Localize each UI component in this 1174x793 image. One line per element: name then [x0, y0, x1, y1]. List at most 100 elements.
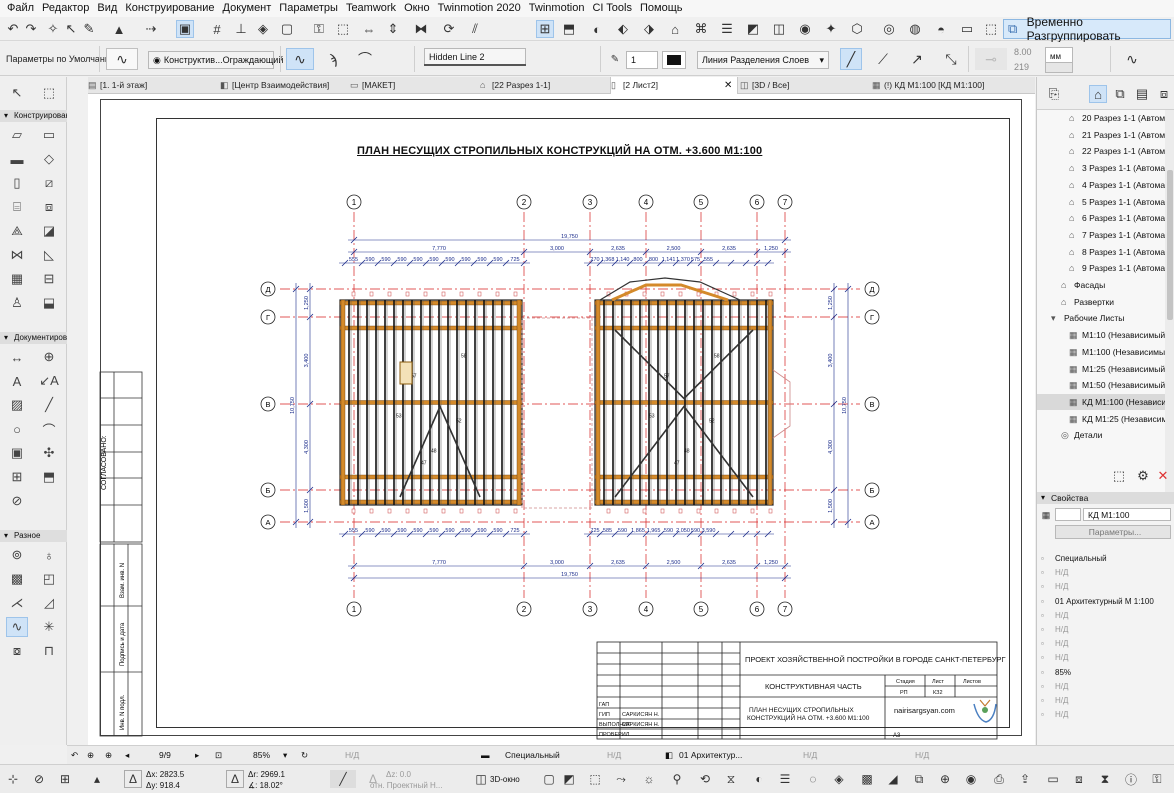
- drawing-tool-icon[interactable]: ▣: [6, 443, 28, 463]
- menu-item[interactable]: Twinmotion: [525, 0, 589, 17]
- navigator-item[interactable]: ⌂ Фасады: [1037, 277, 1165, 293]
- property-row[interactable]: ▫ 01 Архитектурный М 1:100: [1037, 595, 1174, 609]
- prev-page-icon[interactable]: ◂: [125, 746, 129, 765]
- organizer-icon[interactable]: ⎘: [1045, 85, 1063, 103]
- beam-tool-icon[interactable]: ▬: [6, 149, 28, 169]
- box-view-icon[interactable]: ▢: [540, 770, 558, 788]
- filter-icon[interactable]: ⧖: [722, 770, 740, 788]
- layer-combo-value[interactable]: 01 Архитектур...: [679, 746, 742, 765]
- navigator-item[interactable]: ⌂ 21 Разрез 1-1 (Автома: [1037, 127, 1165, 143]
- wall-end-tool-icon[interactable]: ◰: [38, 569, 60, 589]
- property-row[interactable]: ▫ Н/Д: [1037, 694, 1174, 708]
- grid-icon[interactable]: #: [208, 20, 226, 38]
- column2-tool-icon[interactable]: ▯: [6, 173, 28, 193]
- freehand-icon[interactable]: ϡ: [322, 48, 344, 70]
- change-tool-icon[interactable]: ⬒: [38, 467, 60, 487]
- name-field[interactable]: КД М1:100: [1083, 508, 1171, 521]
- library-icon[interactable]: ⧈: [1070, 770, 1088, 788]
- delete-icon[interactable]: ✕: [1154, 467, 1172, 485]
- curtain-wall-tool-icon[interactable]: ▦: [6, 269, 28, 289]
- object-tool-icon[interactable]: ♙: [6, 293, 28, 313]
- slab-tool-icon[interactable]: ◇: [38, 149, 60, 169]
- pen-number-field[interactable]: 1: [626, 51, 658, 69]
- print-icon[interactable]: ⎙: [990, 770, 1008, 788]
- redo-icon[interactable]: ↷: [22, 20, 40, 38]
- grid-tool-icon[interactable]: ⊚: [6, 545, 28, 565]
- tab-3d[interactable]: ◫ [3D / Все]: [740, 77, 866, 94]
- surface-icon[interactable]: ▩: [858, 770, 876, 788]
- menu-item[interactable]: Редактор: [38, 0, 93, 17]
- parameters-button[interactable]: Параметры...: [1055, 525, 1171, 539]
- line-arrow3-icon[interactable]: ⤡: [940, 48, 962, 70]
- polyline-tool-icon[interactable]: ⌒: [38, 419, 60, 439]
- navigator-item[interactable]: ⌂ 22 Разрез 1-1 (Автома: [1037, 143, 1165, 159]
- menu-item[interactable]: Teamwork: [342, 0, 400, 17]
- hide-element-icon[interactable]: ◌: [804, 770, 822, 788]
- line-tool-icon[interactable]: ╱: [38, 395, 60, 415]
- marquee-view-icon[interactable]: ⬚: [586, 770, 604, 788]
- menu-item[interactable]: Документ: [219, 0, 276, 17]
- hotspot-tool-icon[interactable]: ✣: [38, 443, 60, 463]
- navigator-item[interactable]: ▦ М1:50 (Независимый): [1037, 377, 1165, 393]
- render-view-icon[interactable]: ◈: [830, 770, 848, 788]
- path-icon[interactable]: ⤳: [612, 770, 630, 788]
- menu-item[interactable]: Параметры: [275, 0, 342, 17]
- property-row[interactable]: ▫ Н/Д: [1037, 680, 1174, 694]
- section-view-icon[interactable]: ◢: [884, 770, 902, 788]
- walk-icon[interactable]: ⚲: [668, 770, 686, 788]
- compare-icon[interactable]: ◓: [932, 20, 950, 38]
- publisher-icon[interactable]: ⧈: [1155, 85, 1173, 103]
- spline-icon[interactable]: ∿: [106, 48, 138, 70]
- navigator-item[interactable]: ▦ М1:10 (Независимый): [1037, 327, 1165, 343]
- stair-tool-icon[interactable]: ⧄: [38, 173, 60, 193]
- navigator-item[interactable]: ⌂ 6 Разрез 1-1 (Автома: [1037, 210, 1165, 226]
- chevron-down-icon[interactable]: ▾: [283, 746, 287, 765]
- box-icon[interactable]: ▢: [278, 20, 296, 38]
- lock-icon[interactable]: ⚿: [310, 20, 328, 38]
- figure-tool-icon[interactable]: ⊞: [6, 467, 28, 487]
- menu-item[interactable]: Файл: [3, 0, 38, 17]
- snap-grid-icon[interactable]: ⊞: [536, 20, 554, 38]
- property-row[interactable]: ▫ 85%: [1037, 666, 1174, 680]
- eyedropper-icon[interactable]: ✎: [80, 20, 98, 38]
- navigator-item[interactable]: ⌂ 7 Разрез 1-1 (Автома: [1037, 227, 1165, 243]
- window-view-icon[interactable]: ▭: [1044, 770, 1062, 788]
- align-icon[interactable]: ⇔: [360, 20, 378, 38]
- navigator-scrollbar[interactable]: [1165, 110, 1174, 492]
- railing-tool-icon[interactable]: ⊟: [38, 269, 60, 289]
- cube-icon[interactable]: ◩: [744, 20, 762, 38]
- navigator-item[interactable]: ⌂ 9 Разрез 1-1 (Автома: [1037, 260, 1165, 276]
- camera-view-icon[interactable]: ◉: [962, 770, 980, 788]
- view-map-icon[interactable]: ⧉: [1111, 85, 1129, 103]
- line-arrow2-icon[interactable]: ↗: [906, 48, 928, 70]
- export-icon[interactable]: ⇪: [1016, 770, 1034, 788]
- navigator-item[interactable]: ▦ КД М1:25 (Независим: [1037, 411, 1165, 427]
- wall-tool-icon[interactable]: ▱: [6, 125, 28, 145]
- info-icon[interactable]: ⓘ: [1122, 770, 1140, 788]
- rotate-icon[interactable]: ⟳: [440, 20, 458, 38]
- star-tool-icon[interactable]: ✳: [38, 617, 60, 637]
- id-field[interactable]: [1055, 508, 1081, 521]
- navigator-item[interactable]: ▦ М1:25 (Независимый): [1037, 361, 1165, 377]
- shade-icon[interactable]: ◐: [750, 770, 768, 788]
- text-tool-icon[interactable]: A: [6, 371, 28, 391]
- snap-icon[interactable]: ⊹: [4, 770, 22, 788]
- ungroup-button[interactable]: ⧉ Временно Разгруппировать: [1003, 15, 1171, 43]
- shell-tool-icon[interactable]: ◪: [38, 221, 60, 241]
- 3d-window-icon[interactable]: ◫: [472, 770, 490, 788]
- line-arrow-icon[interactable]: ⟋: [872, 48, 894, 70]
- zone-tool-icon[interactable]: ⬓: [38, 293, 60, 313]
- navigator-item[interactable]: ⌂ 4 Разрез 1-1 (Автома: [1037, 177, 1165, 193]
- layer-select[interactable]: Линия Разделения Слоев ▾: [697, 51, 829, 69]
- property-row[interactable]: ▫ Специальный: [1037, 552, 1174, 566]
- roof-tool-icon[interactable]: ⟁: [6, 221, 28, 241]
- angle-tool-icon[interactable]: ◿: [38, 593, 60, 613]
- undo-icon[interactable]: ↶: [4, 20, 22, 38]
- structure-select[interactable]: ◉ Конструктив...Ограждающий: [148, 51, 283, 69]
- rotate-view-icon[interactable]: ↻: [301, 746, 308, 765]
- dim-icon[interactable]: ⇢: [142, 20, 160, 38]
- zoom-view-icon[interactable]: ⊕: [936, 770, 954, 788]
- circle-tool-icon[interactable]: ○: [6, 419, 28, 439]
- new-view-icon[interactable]: ⬚: [1110, 467, 1128, 485]
- navigator-item[interactable]: ⌂ 8 Разрез 1-1 (Автома: [1037, 244, 1165, 260]
